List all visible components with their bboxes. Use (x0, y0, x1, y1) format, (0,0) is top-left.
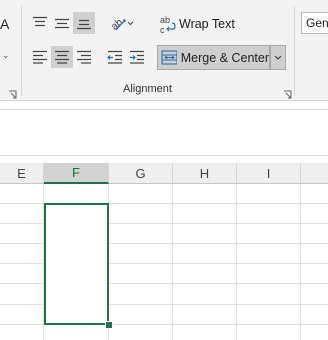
text-orientation-icon: ab (109, 17, 134, 32)
font-color-partial[interactable]: A (0, 16, 9, 32)
decrease-indent-icon (107, 50, 122, 64)
column-header-f[interactable]: F (44, 163, 109, 184)
wrap-text-label: Wrap Text (179, 17, 235, 31)
column-header-h[interactable]: H (173, 163, 237, 184)
orientation-button[interactable]: ab (104, 12, 138, 34)
align-middle-button[interactable] (51, 12, 73, 34)
align-center-button[interactable] (51, 46, 73, 68)
merge-center-icon (161, 50, 177, 65)
grid-line (236, 184, 237, 340)
chevron-down-icon (274, 55, 282, 60)
align-bottom-icon (77, 19, 91, 30)
dialog-launcher-icon[interactable] (283, 86, 292, 104)
merge-center-button[interactable]: Merge & Center (157, 45, 270, 70)
column-header-i[interactable]: I (237, 163, 301, 184)
number-format-value: Gen (306, 16, 328, 30)
decrease-indent-button[interactable] (104, 46, 126, 68)
increase-indent-icon (130, 50, 144, 64)
ribbon: A ⌄ ab ab c Wrap Text Merge & Center Ali… (0, 0, 328, 100)
number-format-select[interactable]: Gen (301, 12, 328, 34)
group-label-alignment: Alignment (123, 83, 172, 95)
group-separator (21, 6, 22, 96)
grid-line (172, 184, 173, 340)
align-top-icon (33, 16, 47, 27)
grid-line (300, 184, 301, 340)
column-label: H (199, 165, 210, 181)
wrap-text-button[interactable]: ab c Wrap Text (159, 12, 239, 36)
align-center-icon (55, 50, 69, 64)
align-left-icon (33, 50, 47, 64)
group-separator (294, 6, 295, 96)
align-bottom-button[interactable] (73, 12, 95, 34)
dialog-launcher-icon[interactable] (8, 86, 17, 104)
formula-bar-area[interactable] (0, 109, 328, 156)
align-top-button[interactable] (29, 12, 51, 34)
svg-text:ab: ab (160, 15, 170, 25)
selected-cell-range[interactable] (44, 203, 109, 325)
column-label: I (266, 165, 271, 181)
merge-center-label: Merge & Center (180, 50, 269, 65)
column-header-e[interactable]: E (0, 163, 44, 184)
column-header-next[interactable] (301, 163, 328, 184)
svg-text:c: c (160, 25, 165, 34)
column-header-g[interactable]: G (109, 163, 173, 184)
align-left-button[interactable] (29, 46, 51, 68)
fill-handle[interactable] (105, 321, 113, 329)
align-right-button[interactable] (73, 46, 95, 68)
wrap-text-icon: ab c (160, 15, 176, 34)
column-label: E (17, 165, 26, 181)
merge-center-dropdown[interactable] (270, 45, 286, 70)
align-right-icon (77, 50, 91, 64)
column-label: F (72, 165, 80, 180)
column-label: G (135, 165, 146, 181)
chevron-down-icon[interactable]: ⌄ (2, 50, 10, 61)
ribbon-border (0, 100, 328, 101)
increase-indent-button[interactable] (126, 46, 148, 68)
align-middle-icon (55, 18, 69, 29)
